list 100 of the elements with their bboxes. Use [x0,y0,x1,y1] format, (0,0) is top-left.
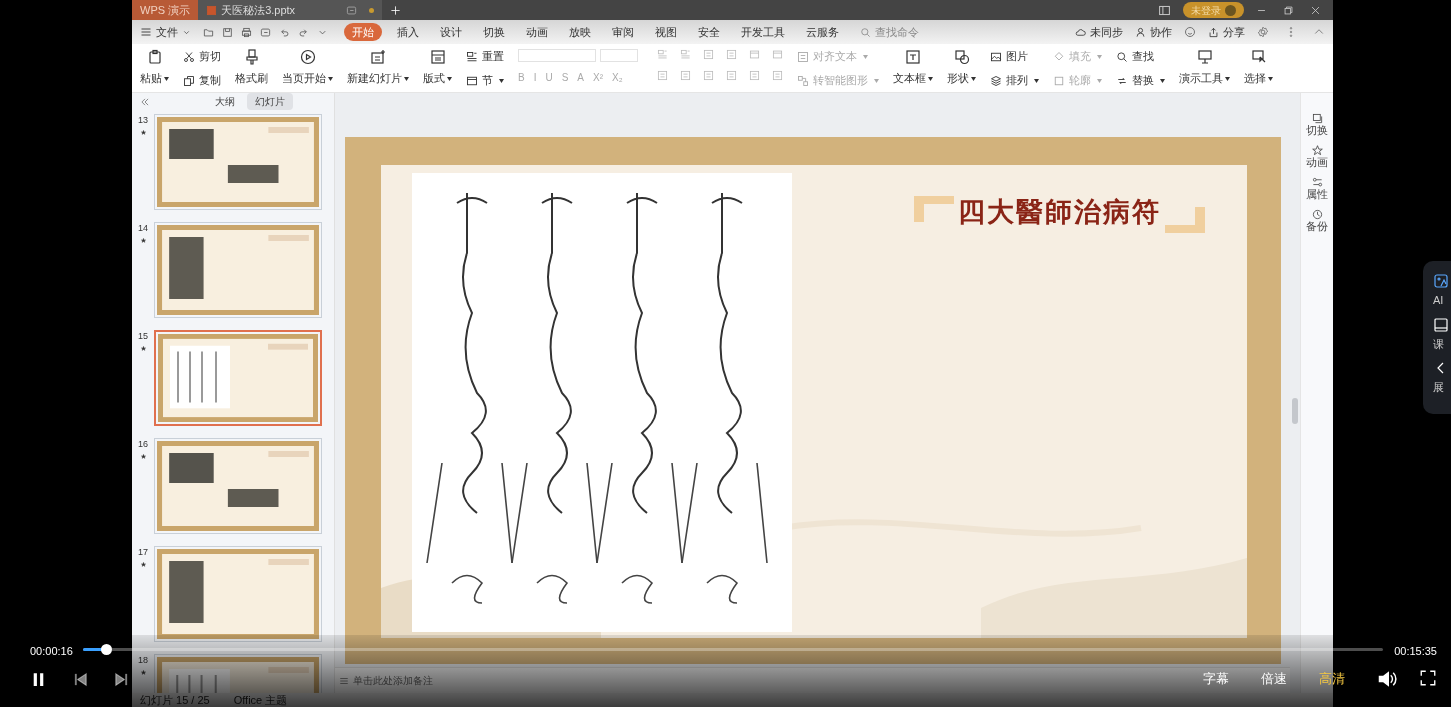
slide-number: 18 [138,654,148,667]
menu-tab[interactable]: 开始 [344,22,382,42]
ribbon-button[interactable]: 版式 [423,49,452,87]
ribbon-button[interactable]: 替换 [1116,72,1165,89]
menu-tab[interactable]: 设计 [436,23,466,41]
menu-tab[interactable]: 切换 [479,23,509,41]
settings-icon[interactable] [1257,26,1269,38]
alignment-icon[interactable] [726,70,737,81]
ribbon-button[interactable]: 形状 [947,49,976,87]
new-tab-icon[interactable] [390,4,402,16]
panel-tab[interactable]: 大纲 [207,93,243,110]
ribbon-button[interactable]: 当页开始 [282,49,333,87]
window-icon[interactable] [1158,3,1171,17]
ornament-icon [913,196,954,222]
font-name-field[interactable] [518,49,596,62]
menu-tab[interactable]: 云服务 [802,23,843,41]
document-tab[interactable]: 天医秘法3.pptx [198,0,383,20]
export-icon[interactable] [260,26,271,38]
next-icon[interactable] [114,672,129,687]
caret-icon [928,76,933,81]
menu-tab[interactable]: 审阅 [608,23,638,41]
ribbon-button-label: 格式刷 [235,71,268,86]
sidebar-button[interactable]: 备份 [1306,209,1328,233]
ribbon-button[interactable]: 粘贴 [140,49,169,87]
toolbar-action[interactable]: 分享 [1208,23,1245,41]
player-option[interactable]: 倍速 [1261,669,1287,689]
ribbon-button[interactable]: 重置 [466,49,504,65]
side-panel-item[interactable]: 课 [1433,316,1451,352]
alignment-icon[interactable] [749,70,760,81]
ribbon-button[interactable]: 复制 [183,72,221,89]
print-icon[interactable] [241,26,252,38]
file-menu[interactable]: 文件 [140,23,191,41]
ribbon-button[interactable]: 演示工具 [1179,49,1230,87]
menu-tab[interactable]: 动画 [522,23,552,41]
cursor-icon [1250,49,1267,65]
scrollbar-thumb[interactable] [1292,398,1298,424]
paragraph-icon[interactable] [657,49,668,60]
font-size-field[interactable] [600,49,638,62]
sidebar-button[interactable]: 动画 [1306,145,1328,169]
undo-icon[interactable] [279,26,290,38]
paragraph-icon[interactable] [680,49,691,60]
player-option[interactable]: 字幕 [1203,669,1229,689]
toolbar-action[interactable]: 协作 [1135,23,1172,41]
paragraph-icon[interactable] [726,49,737,60]
toolbar-action[interactable]: 未同步 [1075,23,1123,41]
ribbon-button[interactable]: 图片 [990,49,1039,65]
ribbon-button[interactable]: 新建幻灯片 [347,49,409,87]
ornament-icon [1164,207,1205,233]
progress-thumb[interactable] [101,644,113,655]
side-panel-item[interactable]: AI [1433,273,1451,309]
menu-tab[interactable]: 视图 [651,23,681,41]
folder-icon[interactable] [203,26,214,38]
caret-icon [1225,76,1230,81]
sidebar-button[interactable]: 属性 [1306,177,1328,201]
progress-track[interactable] [83,648,1383,651]
document-icon [206,4,218,16]
monitor-icon [1196,49,1213,65]
alignment-icon[interactable] [657,70,668,81]
ribbon-button[interactable]: 选择 [1244,49,1273,87]
layers-icon [990,74,1002,87]
menu-icon [140,26,152,38]
menu-tab[interactable]: 放映 [565,23,595,41]
scissors-icon [183,50,195,63]
ribbon-button[interactable]: 格式刷 [235,49,268,87]
ribbon-button[interactable]: 排列 [990,72,1039,89]
smile-icon[interactable] [1184,26,1196,38]
ribbon-button[interactable]: 文本框 [893,49,933,87]
book-icon [1433,316,1449,333]
align-icon [797,50,809,63]
paragraph-icon[interactable] [749,49,760,60]
close-icon[interactable] [1310,4,1321,16]
ribbon-button-label: 新建幻灯片 [347,71,402,86]
alignment-icon[interactable] [772,70,783,81]
ribbon-button[interactable]: 节 [466,72,504,89]
ribbon-button-label: 演示工具 [1179,71,1223,86]
ribbon-button-label: 填充 [1069,49,1091,64]
menu-tab[interactable]: 插入 [393,23,423,41]
paragraph-icon[interactable] [772,49,783,60]
slide[interactable]: 四大醫師治病符 [344,137,1281,664]
caret-icon [164,76,169,81]
menu-tab[interactable]: 安全 [694,23,724,41]
save-icon[interactable] [222,26,233,38]
paragraph-icon[interactable] [703,49,714,60]
ribbon-button[interactable]: 剪切 [183,49,221,65]
previous-icon[interactable] [73,672,88,687]
total-time: 00:15:35 [1394,644,1437,659]
panel-tab[interactable]: 幻灯片 [247,93,293,110]
alignment-icon[interactable] [680,70,691,81]
maximize-icon[interactable] [1283,4,1294,16]
player-option[interactable]: 高清 [1319,669,1345,689]
layout-icon [429,49,446,65]
side-panel-item[interactable]: 展 [1433,360,1451,396]
alignment-icon[interactable] [703,70,714,81]
ribbon-button[interactable]: 查找 [1116,49,1165,65]
fullscreen-icon[interactable] [1419,669,1437,687]
redo-icon[interactable] [298,26,309,38]
menu-tab[interactable]: 开发工具 [737,23,789,41]
sidebar-button[interactable]: 切换 [1306,113,1328,137]
collapse-panel-icon[interactable] [140,96,150,107]
volume-icon[interactable] [1377,669,1397,689]
